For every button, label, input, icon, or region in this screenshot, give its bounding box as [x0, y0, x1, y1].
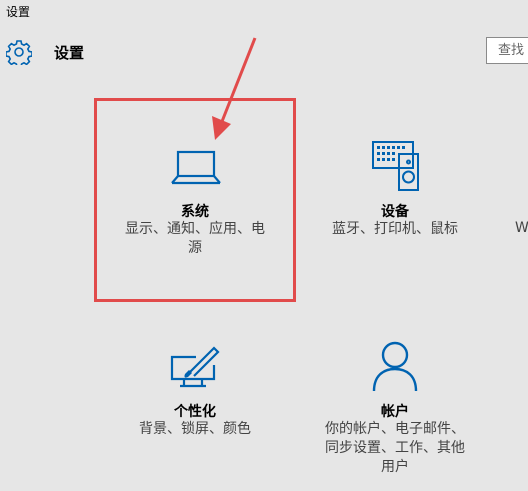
page-title: 设置 [54, 44, 85, 62]
tile-accounts[interactable]: 帐户 你的帐户、电子邮件、 同步设置、工作、其他 用户 [300, 340, 490, 480]
tile-accounts-desc-line2: 同步设置、工作、其他 [325, 440, 465, 456]
tile-devices[interactable]: 设备 蓝牙、打印机、鼠标 [300, 140, 490, 290]
search-input[interactable] [487, 38, 528, 63]
gear-icon [6, 40, 32, 65]
tile-devices-desc: 蓝牙、打印机、鼠标 [332, 221, 458, 237]
devices-icon [372, 141, 419, 191]
tile-personalization[interactable]: 个性化 背景、锁屏、颜色 [100, 345, 290, 465]
partial-tile-label: W [515, 220, 528, 236]
tile-personalization-name: 个性化 [174, 404, 216, 420]
tile-personalization-desc: 背景、锁屏、颜色 [139, 421, 251, 437]
tile-accounts-name: 帐户 [381, 404, 409, 420]
tile-devices-name: 设备 [381, 204, 409, 220]
annotation-arrow-icon [212, 37, 257, 140]
search-box[interactable] [486, 37, 528, 64]
window-title: 设置 [6, 5, 31, 19]
account-icon [372, 341, 418, 392]
tile-accounts-desc-line3: 用户 [381, 459, 409, 475]
tile-accounts-desc: 你的帐户、电子邮件、 同步设置、工作、其他 用户 [300, 420, 490, 477]
tile-accounts-desc-line1: 你的帐户、电子邮件、 [325, 421, 465, 437]
personalization-icon [170, 346, 220, 388]
